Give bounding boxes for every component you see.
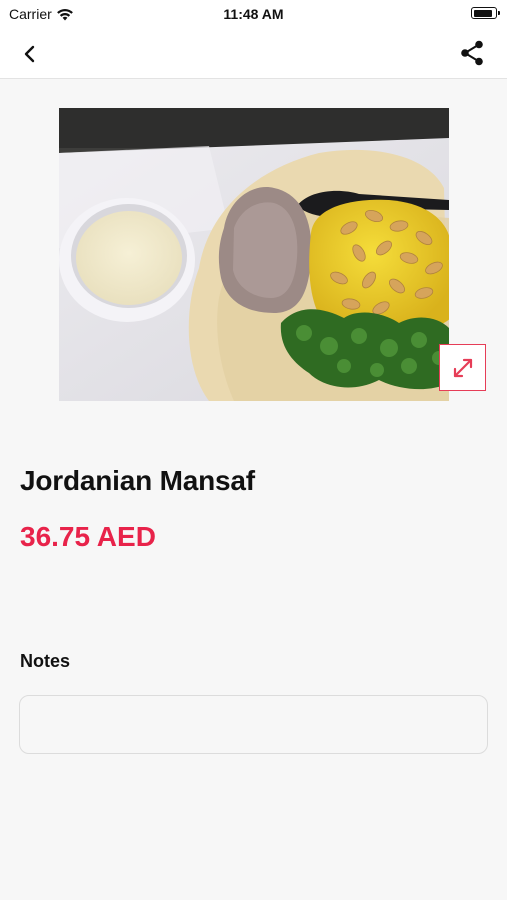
- battery-icon: [471, 7, 500, 19]
- status-time: 11:48 AM: [223, 6, 284, 22]
- battery-fill: [473, 9, 492, 17]
- chevron-left-icon: [24, 45, 35, 63]
- back-button[interactable]: [16, 40, 44, 68]
- product-price: 36.75 AED: [20, 521, 156, 552]
- status-bar: Carrier 11:48 AM: [0, 0, 507, 28]
- notes-label: Notes: [20, 651, 71, 671]
- product-name: Jordanian Mansaf: [20, 465, 255, 496]
- notes-input[interactable]: [19, 695, 488, 754]
- dish-image: [59, 108, 449, 401]
- nav-bar: [0, 28, 507, 79]
- share-icon: [461, 40, 483, 66]
- share-button[interactable]: [457, 38, 487, 68]
- expand-icon: [453, 358, 472, 377]
- expand-image-button[interactable]: [439, 344, 486, 391]
